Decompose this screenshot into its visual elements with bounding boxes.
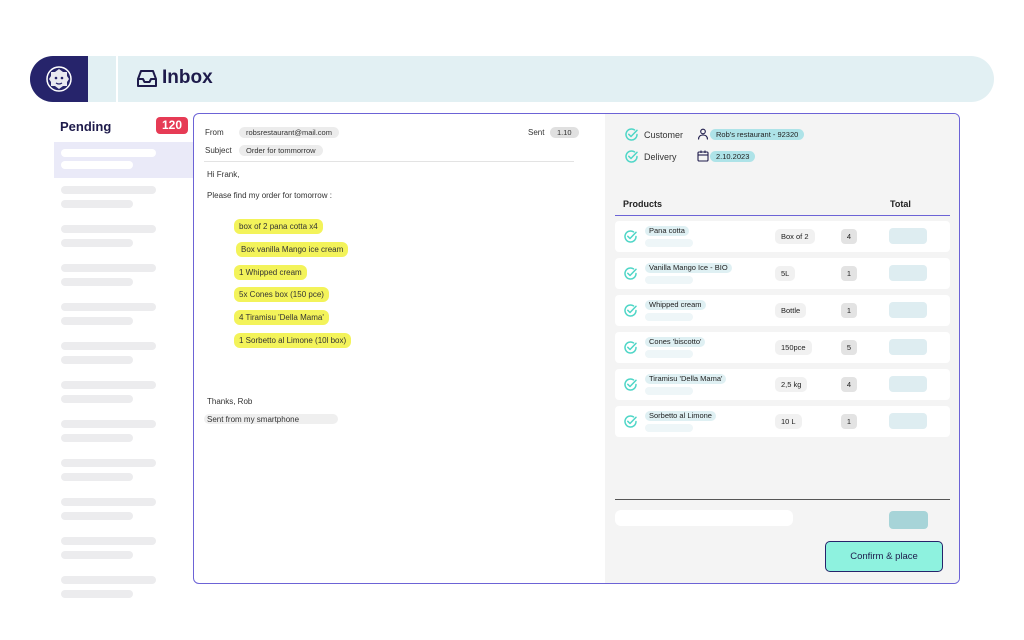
product-detail-placeholder — [645, 387, 693, 395]
product-row[interactable]: Sorbetto al Limone 10 L 1 — [615, 406, 950, 437]
check-circle-icon — [624, 267, 637, 280]
check-circle-icon — [624, 415, 637, 428]
product-total-field[interactable] — [889, 228, 927, 244]
product-detail-placeholder — [645, 313, 693, 321]
list-item[interactable] — [54, 261, 194, 297]
email-intro: Please find my order for tomorrow : — [207, 191, 332, 200]
list-item[interactable] — [54, 142, 194, 178]
list-item[interactable] — [54, 456, 194, 492]
user-icon — [697, 128, 709, 140]
highlighted-order-line[interactable]: 1 Whipped cream — [234, 265, 307, 280]
check-circle-icon — [624, 230, 637, 243]
page-title: Inbox — [162, 67, 213, 88]
product-unit[interactable]: 2,5 kg — [775, 377, 808, 392]
product-name[interactable]: Whipped cream — [645, 300, 706, 310]
check-circle-icon — [624, 304, 637, 317]
product-detail-placeholder — [645, 276, 693, 284]
product-quantity[interactable]: 5 — [841, 340, 857, 355]
delivery-value[interactable]: 2.10.2023 — [710, 151, 756, 162]
order-panel: From robsrestaurant@mail.com Sent 1.10 S… — [193, 113, 960, 584]
header-divider — [116, 56, 118, 102]
app-header: Inbox — [30, 56, 994, 102]
confirm-place-button[interactable]: Confirm & place — [825, 541, 943, 572]
product-total-field[interactable] — [889, 302, 927, 318]
list-item[interactable] — [54, 300, 194, 336]
product-total-field[interactable] — [889, 265, 927, 281]
subject-value: Order for tommorrow — [239, 145, 323, 156]
inbox-icon — [137, 70, 157, 87]
product-name[interactable]: Cones 'biscotto' — [645, 337, 706, 347]
table-header-rule — [615, 215, 950, 216]
check-circle-icon — [625, 150, 638, 163]
app-logo[interactable] — [30, 56, 88, 102]
list-item[interactable] — [54, 183, 194, 219]
list-item[interactable] — [54, 417, 194, 453]
from-value[interactable]: robsrestaurant@mail.com — [239, 127, 339, 138]
highlighted-order-line[interactable]: 5x Cones box (150 pce) — [234, 287, 329, 302]
lion-logo-icon — [46, 66, 72, 92]
table-footer-rule — [615, 499, 950, 500]
product-name[interactable]: Tiramisu 'Della Mama' — [645, 374, 727, 384]
customer-label: Customer — [644, 130, 684, 140]
product-total-field[interactable] — [889, 413, 927, 429]
list-item[interactable] — [54, 339, 194, 375]
product-row[interactable]: Pana cotta Box of 2 4 — [615, 221, 950, 252]
list-item[interactable] — [54, 573, 194, 609]
product-row[interactable]: Cones 'biscotto' 150pce 5 — [615, 332, 950, 363]
product-total-field[interactable] — [889, 339, 927, 355]
product-detail-placeholder — [645, 239, 693, 247]
check-circle-icon — [624, 341, 637, 354]
product-row[interactable]: Vanilla Mango Ice - BIO 5L 1 — [615, 258, 950, 289]
delivery-label: Delivery — [644, 152, 677, 162]
product-quantity[interactable]: 4 — [841, 377, 857, 392]
product-unit[interactable]: 150pce — [775, 340, 812, 355]
email-divider — [204, 161, 574, 162]
highlighted-order-line[interactable]: 1 Sorbetto al Limone (10l box) — [234, 333, 352, 348]
product-quantity[interactable]: 1 — [841, 266, 857, 281]
customer-value[interactable]: Rob's restaurant - 92320 — [710, 129, 805, 140]
pending-label: Pending — [60, 119, 112, 134]
highlighted-order-line[interactable]: Box vanilla Mango ice cream — [236, 242, 349, 257]
email-greeting: Hi Frank, — [207, 170, 240, 179]
list-item[interactable] — [54, 495, 194, 531]
product-name[interactable]: Pana cotta — [645, 226, 689, 236]
list-item[interactable] — [54, 378, 194, 414]
pending-count-badge: 120 — [156, 117, 188, 134]
subject-label: Subject — [205, 146, 232, 155]
from-label: From — [205, 128, 224, 137]
check-circle-icon — [624, 378, 637, 391]
product-row[interactable]: Tiramisu 'Della Mama' 2,5 kg 4 — [615, 369, 950, 400]
product-name[interactable]: Vanilla Mango Ice - BIO — [645, 263, 732, 273]
products-header: Products — [623, 199, 663, 209]
product-name[interactable]: Sorbetto al Limone — [645, 411, 716, 421]
product-unit[interactable]: 10 L — [775, 414, 802, 429]
product-quantity[interactable]: 4 — [841, 229, 857, 244]
product-unit[interactable]: 5L — [775, 266, 796, 281]
sent-label: Sent — [528, 128, 545, 137]
highlighted-order-line[interactable]: 4 Tiramisu 'Della Mama' — [234, 310, 329, 325]
check-circle-icon — [625, 128, 638, 141]
highlighted-order-line[interactable]: box of 2 pana cotta x4 — [234, 219, 323, 234]
list-item[interactable] — [54, 534, 194, 570]
product-total-field[interactable] — [889, 376, 927, 392]
product-unit[interactable]: Box of 2 — [775, 229, 815, 244]
product-row[interactable]: Whipped cream Bottle 1 — [615, 295, 950, 326]
product-unit[interactable]: Bottle — [775, 303, 807, 318]
product-detail-placeholder — [645, 350, 693, 358]
grand-total-field — [889, 511, 928, 529]
email-signoff: Thanks, Rob — [207, 397, 253, 406]
total-header: Total — [890, 199, 911, 209]
note-input[interactable] — [615, 510, 793, 526]
product-quantity[interactable]: 1 — [841, 303, 857, 318]
calendar-icon — [697, 150, 709, 162]
sent-value: 1.10 — [550, 127, 579, 138]
email-footer: Sent from my smartphone — [207, 415, 300, 424]
product-quantity[interactable]: 1 — [841, 414, 857, 429]
product-detail-placeholder — [645, 424, 693, 432]
list-item[interactable] — [54, 222, 194, 258]
